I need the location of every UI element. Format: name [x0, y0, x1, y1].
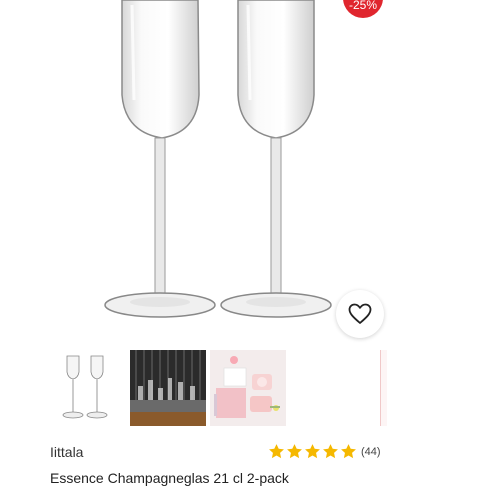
thumbnail-lineup-image	[130, 350, 206, 426]
thumbnail-table-setting-image	[210, 350, 286, 426]
thumbnail-4[interactable]	[380, 350, 387, 426]
glass-right	[220, 0, 332, 318]
wishlist-button[interactable]	[336, 290, 384, 338]
star-icon	[305, 444, 320, 459]
champagne-glasses-image	[104, 0, 332, 318]
product-title: Essence Champagneglas 21 cl 2-pack	[50, 470, 289, 486]
rating-stars	[268, 443, 357, 460]
product-rating[interactable]: (44)	[268, 443, 381, 460]
glass-left	[104, 0, 216, 318]
thumbnail-strip	[50, 350, 387, 426]
thumbnail-partial-image	[381, 350, 387, 426]
rating-count: (44)	[361, 445, 381, 458]
brand-link[interactable]: Iittala	[50, 444, 83, 460]
thumbnail-3[interactable]	[210, 350, 286, 426]
star-icon	[269, 444, 284, 459]
star-icon	[341, 444, 356, 459]
thumbnail-glasses-image	[50, 350, 126, 426]
star-icon	[323, 444, 338, 459]
discount-badge-label: -25%	[348, 0, 377, 12]
thumbnail-1[interactable]	[50, 350, 126, 426]
thumbnail-2[interactable]	[130, 350, 206, 426]
star-icon	[287, 444, 302, 459]
heart-icon	[348, 303, 372, 324]
product-main-image[interactable]	[50, 0, 386, 340]
